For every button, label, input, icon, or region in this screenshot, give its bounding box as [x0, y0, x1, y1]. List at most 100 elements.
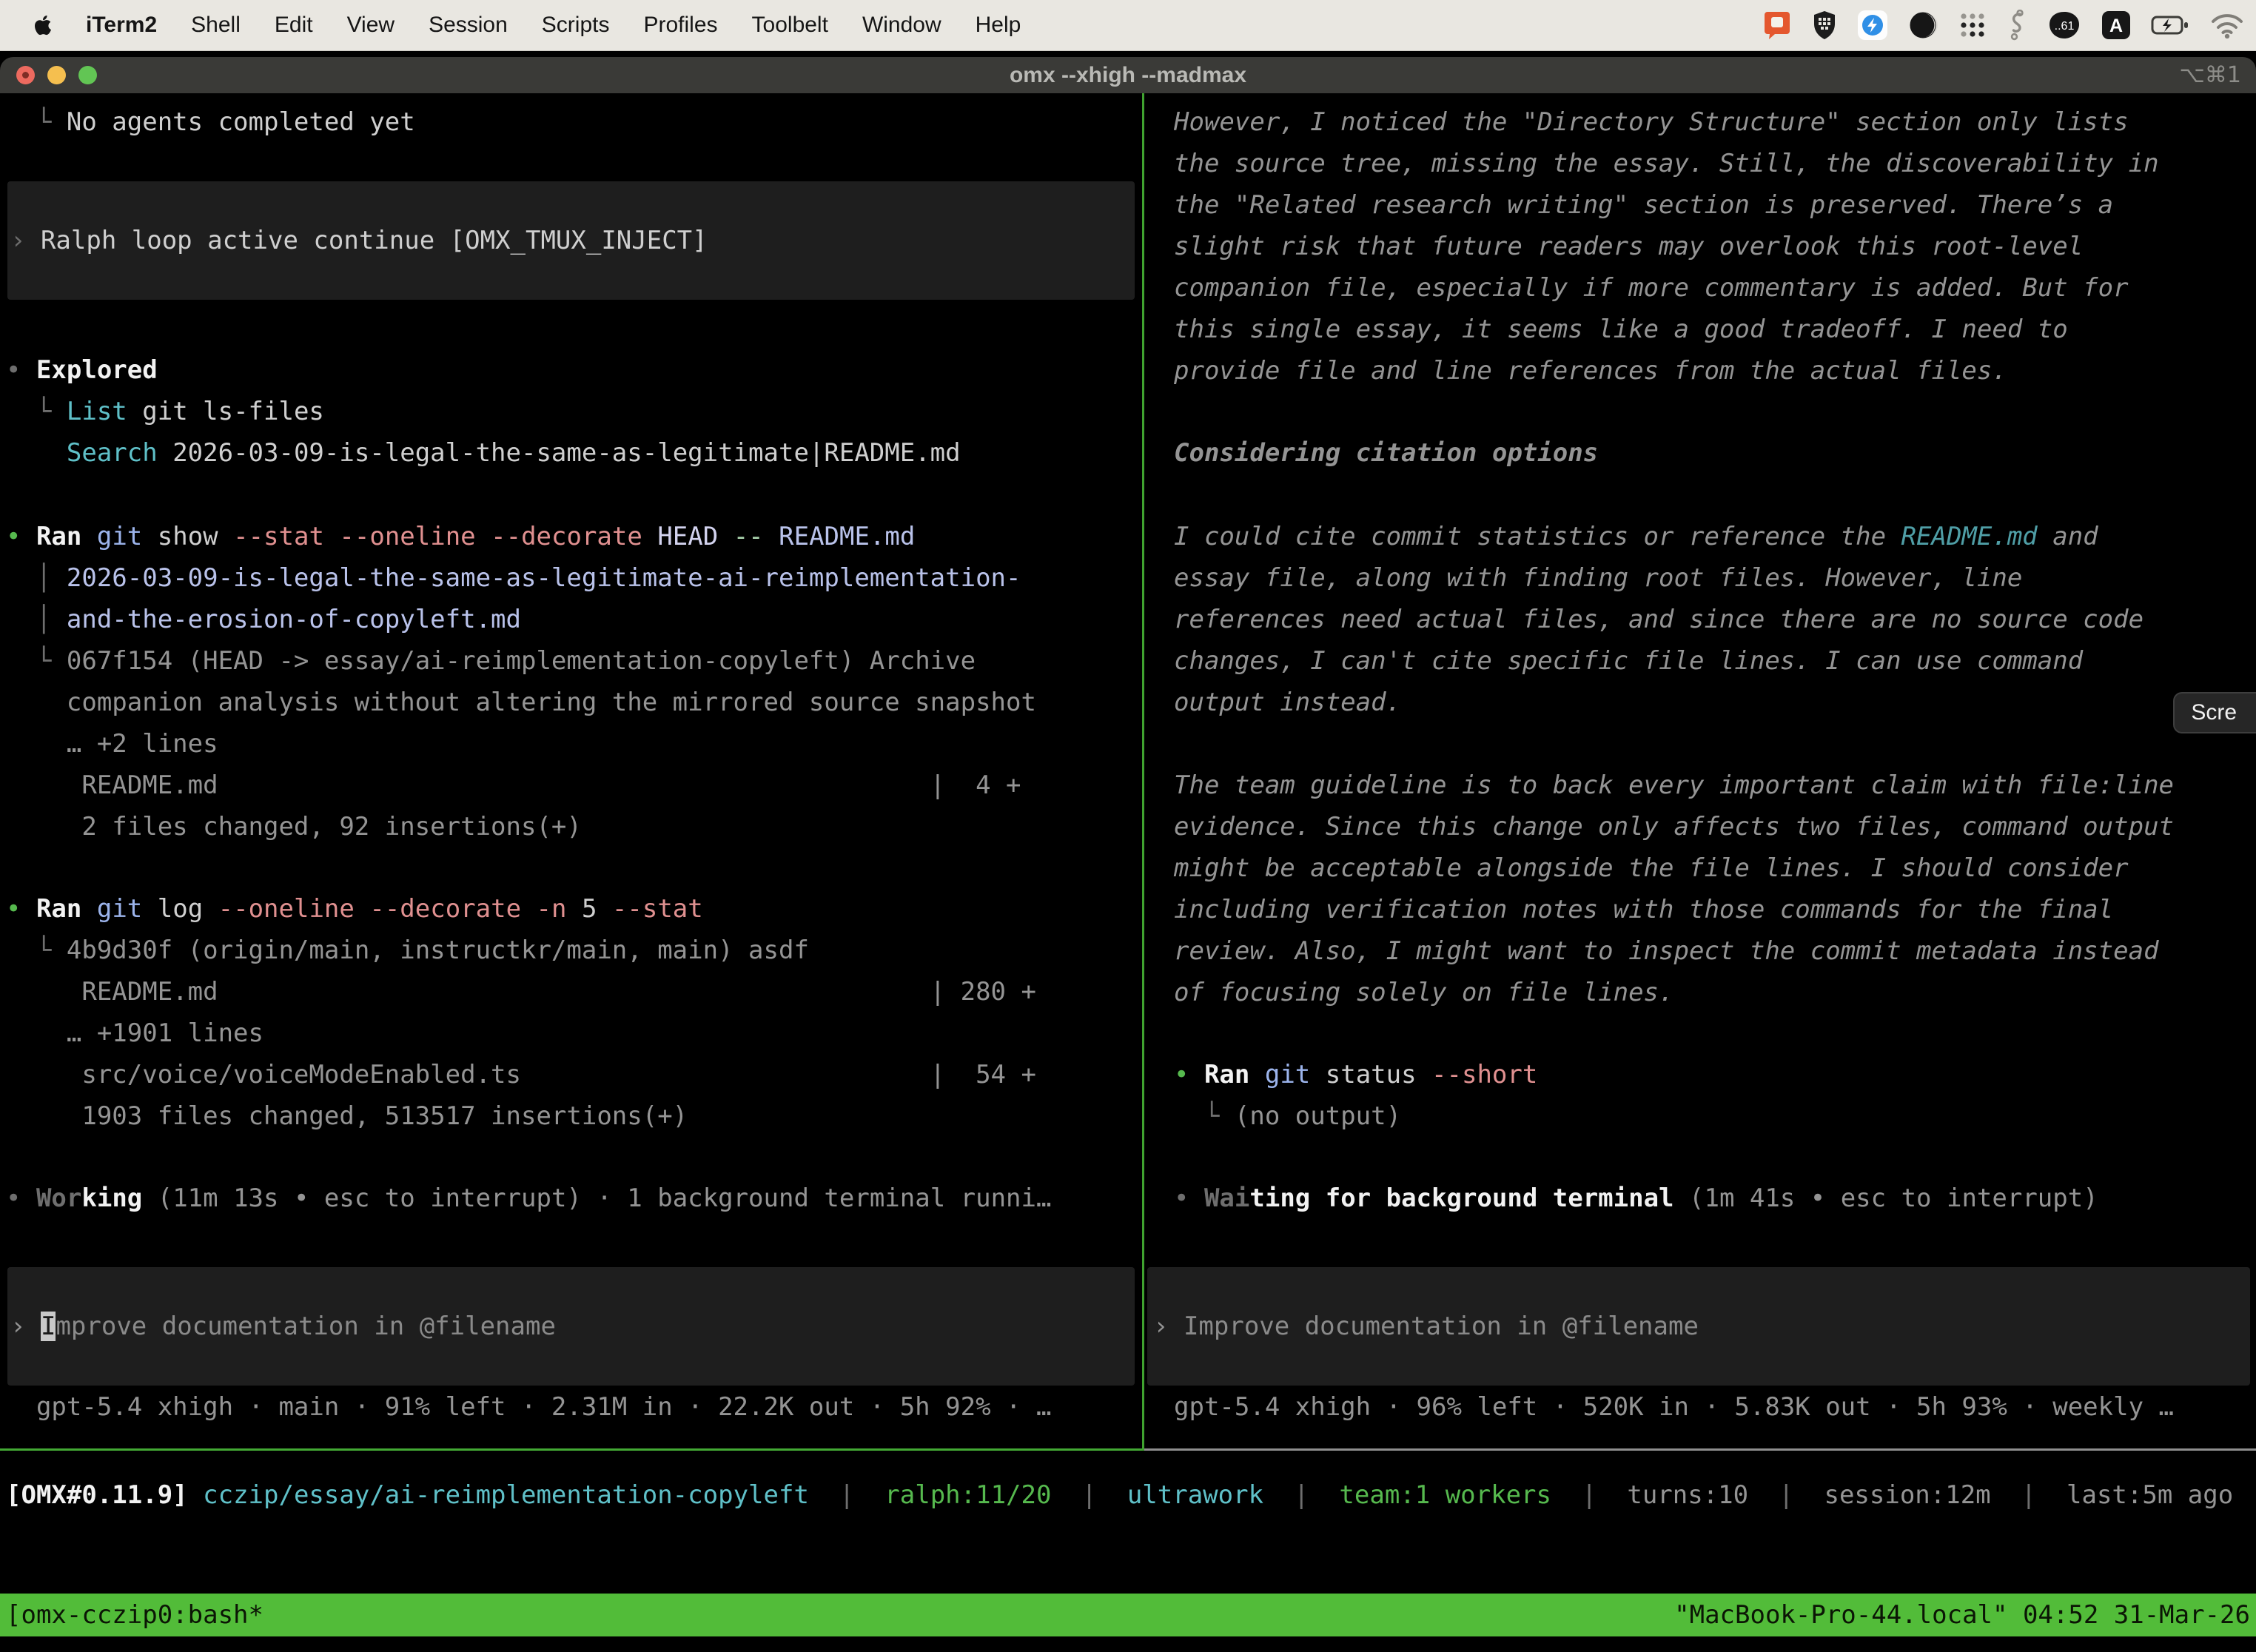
terminal-line: 2 files changed, 92 insertions(+)	[6, 806, 1142, 847]
menu-status-icons: ..61 A	[1763, 10, 2256, 41]
shield-grid-icon[interactable]	[1812, 10, 1837, 40]
git-show-group: • Ran git show --stat --oneline --decora…	[0, 516, 1142, 847]
blue-bolt-icon[interactable]	[1858, 10, 1887, 40]
right-pane-border	[1144, 1448, 2256, 1451]
terminal-line: slight risk that future readers may over…	[1174, 226, 2256, 267]
terminal-line: • Ran git log --oneline --decorate -n 5 …	[6, 888, 1142, 930]
git-log-group: • Ran git log --oneline --decorate -n 5 …	[0, 888, 1142, 1137]
terminal-line: └ 067f154 (HEAD -> essay/ai-reimplementa…	[6, 640, 1142, 682]
right-pane: However, I noticed the "Directory Struct…	[1144, 93, 2256, 1448]
terminal-line: Search 2026-03-09-is-legal-the-same-as-l…	[6, 432, 1142, 474]
terminal-line: review. Also, I might want to inspect th…	[1174, 930, 2256, 972]
battery-icon[interactable]	[2151, 10, 2189, 40]
left-pane-border	[0, 1448, 1142, 1451]
moon-icon[interactable]	[1908, 10, 1938, 40]
menu-item-toolbelt[interactable]: Toolbelt	[752, 13, 828, 38]
terminal-line: The team guideline is to back every impo…	[1174, 765, 2256, 806]
menu-item-session[interactable]: Session	[429, 13, 508, 38]
terminal-line: the source tree, missing the essay. Stil…	[1174, 143, 2256, 184]
apple-icon[interactable]	[34, 14, 52, 36]
prompt-input[interactable]: › Improve documentation in @filename	[1147, 1267, 2250, 1386]
zoom-button[interactable]	[78, 66, 97, 84]
terminal-line: README.md | 280 +	[6, 971, 1142, 1013]
terminal-line: this single essay, it seems like a good …	[1174, 309, 2256, 350]
citation-paragraph: I could cite commit statistics or refere…	[1144, 516, 2256, 723]
menu-item-edit[interactable]: Edit	[275, 13, 313, 38]
terminal-line: • Explored	[6, 349, 1142, 391]
window-shortcut-hint: ⌥⌘1	[2179, 57, 2241, 93]
citation-heading: Considering citation options	[1144, 432, 2256, 474]
window-title: omx --xhigh --madmax	[0, 63, 2256, 88]
terminal-line: gpt-5.4 xhigh · main · 91% left · 2.31M …	[6, 1386, 1142, 1428]
screen-button[interactable]: Scre	[2173, 692, 2256, 733]
terminal-line: README.md | 4 +	[6, 765, 1142, 806]
dots-grid-icon[interactable]	[1958, 11, 1987, 39]
tmux-host-time: "MacBook-Pro-44.local" 04:52 31-Mar-26	[1674, 1600, 2250, 1630]
terminal-line: companion analysis without altering the …	[6, 682, 1142, 723]
terminal-line: 1903 files changed, 513517 insertions(+)	[6, 1095, 1142, 1137]
terminal-line: └ No agents completed yet	[6, 101, 1142, 143]
menu-item-window[interactable]: Window	[862, 13, 941, 38]
terminal-line: • Waiting for background terminal (1m 41…	[1174, 1178, 2256, 1219]
terminal-line: Considering citation options	[1174, 432, 2256, 474]
terminal-line: › Improve documentation in @filename	[10, 1306, 1135, 1347]
minimize-button[interactable]	[47, 66, 66, 84]
terminal-line: └ 4b9d30f (origin/main, instructkr/main,…	[6, 930, 1142, 971]
terminal-line: output instead.	[1174, 682, 2256, 723]
left-pane: └ No agents completed yet › Ralph loop ac…	[0, 93, 1142, 1448]
prompt-input[interactable]: › Improve documentation in @filename	[7, 1267, 1135, 1386]
terminal-line: I could cite commit statistics or refere…	[1174, 516, 2256, 557]
terminal-line: gpt-5.4 xhigh · 96% left · 520K in · 5.8…	[1174, 1386, 2256, 1428]
wifi-icon[interactable]	[2210, 12, 2244, 38]
terminal-line: However, I noticed the "Directory Struct…	[1174, 101, 2256, 143]
terminal-line: companion file, especially if more comme…	[1174, 267, 2256, 309]
letter-a-icon[interactable]: A	[2102, 11, 2130, 39]
close-button[interactable]	[16, 66, 35, 84]
terminal-line: references need actual files, and since …	[1174, 599, 2256, 640]
terminal-line: … +2 lines	[6, 723, 1142, 765]
terminal-line: … +1901 lines	[6, 1013, 1142, 1054]
menu-item-iterm2[interactable]: iTerm2	[86, 13, 157, 38]
tmux-status-bar: [omx-cczip0:bash* "MacBook-Pro-44.local"…	[0, 1594, 2256, 1636]
terminal-line: essay file, along with finding root file…	[1174, 557, 2256, 599]
terminal-line: including verification notes with those …	[1174, 889, 2256, 930]
no-agents-line: └ No agents completed yet	[0, 101, 1142, 143]
terminal-line: of focusing solely on file lines.	[1174, 972, 2256, 1013]
menu-item-profiles[interactable]: Profiles	[643, 13, 717, 38]
menu-bar: iTerm2 Shell Edit View Session Scripts Profile…	[0, 0, 2256, 51]
terminal-line: │ 2026-03-09-is-legal-the-same-as-legiti…	[6, 557, 1142, 599]
terminal: └ No agents completed yet › Ralph loop ac…	[0, 93, 2256, 1652]
omx-status-line: [OMX#0.11.9] cczip/essay/ai-reimplementa…	[0, 1474, 2256, 1516]
terminal-line: └ (no output)	[1174, 1095, 2256, 1137]
squiggle-icon[interactable]	[2007, 10, 2027, 41]
analysis-paragraph-1: However, I noticed the "Directory Struct…	[1144, 101, 2256, 392]
terminal-line: • Ran git show --stat --oneline --decora…	[6, 516, 1142, 557]
tmux-session-label: [omx-cczip0:bash*	[6, 1600, 263, 1630]
terminal-line: › Improve documentation in @filename	[1150, 1306, 2250, 1347]
menu-item-shell[interactable]: Shell	[191, 13, 241, 38]
menu-item-help[interactable]: Help	[976, 13, 1021, 38]
guideline-paragraph: The team guideline is to back every impo…	[1144, 765, 2256, 1013]
menu-item-scripts[interactable]: Scripts	[542, 13, 610, 38]
battery-percent-badge[interactable]: ..61	[2047, 10, 2081, 40]
terminal-line: │ and-the-erosion-of-copyleft.md	[6, 599, 1142, 640]
screenshot-app-icon[interactable]	[1763, 10, 1791, 40]
terminal-line: src/voice/voiceModeEnabled.ts | 54 +	[6, 1054, 1142, 1095]
git-status-group: • Ran git status --short └ (no output)	[1144, 1054, 2256, 1137]
ralph-loop-banner: › Ralph loop active continue [OMX_TMUX_I…	[7, 181, 1135, 300]
explored-group: • Explored └ List git ls-files Search 20…	[0, 349, 1142, 474]
working-status: • Working (11m 13s • esc to interrupt) ·…	[0, 1178, 1142, 1219]
terminal-line: might be acceptable alongside the file l…	[1174, 847, 2256, 889]
model-status: gpt-5.4 xhigh · main · 91% left · 2.31M …	[0, 1386, 1142, 1428]
traffic-lights	[16, 57, 97, 93]
model-status: gpt-5.4 xhigh · 96% left · 520K in · 5.8…	[1144, 1386, 2256, 1428]
waiting-status: • Waiting for background terminal (1m 41…	[1144, 1178, 2256, 1219]
title-bar[interactable]: omx --xhigh --madmax ⌥⌘1	[0, 57, 2256, 93]
terminal-line: evidence. Since this change only affects…	[1174, 806, 2256, 847]
terminal-line: └ List git ls-files	[6, 391, 1142, 432]
iterm-window: omx --xhigh --madmax ⌥⌘1 └ No agents com…	[0, 57, 2256, 1652]
terminal-line: changes, I can't cite specific file line…	[1174, 640, 2256, 682]
terminal-line: • Working (11m 13s • esc to interrupt) ·…	[6, 1178, 1142, 1219]
menu-item-view[interactable]: View	[347, 13, 395, 38]
terminal-line: provide file and line references from th…	[1174, 350, 2256, 392]
